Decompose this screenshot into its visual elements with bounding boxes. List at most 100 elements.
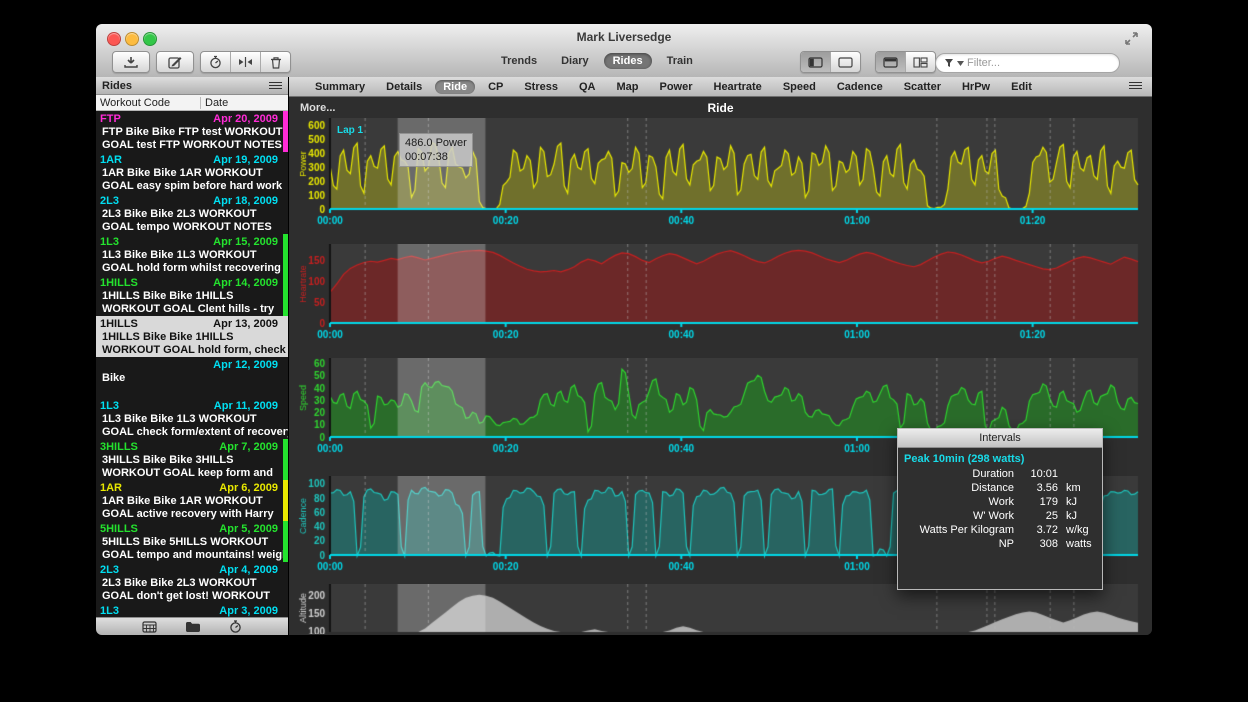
sidebar-header-label: Rides [102, 80, 132, 92]
ride-code: 1L3 [100, 400, 119, 413]
ride-item[interactable]: 1HILLSApr 14, 20091HILLS Bike Bike 1HILL… [96, 275, 288, 316]
ride-item[interactable]: Apr 12, 2009Bike [96, 357, 288, 398]
subtab-stress[interactable]: Stress [516, 80, 566, 94]
calendar-icon[interactable] [142, 621, 157, 633]
tabbed-view-button[interactable] [876, 52, 905, 72]
ride-color-strip [283, 234, 288, 275]
ride-description: 2L3 Bike Bike 2L3 WORKOUT [96, 577, 288, 590]
ride-description: WORKOUT GOAL Clent hills - try [96, 303, 288, 316]
ride-item[interactable]: 5HILLSApr 5, 20095HILLS Bike 5HILLS WORK… [96, 521, 288, 562]
ride-code: 2L3 [100, 195, 119, 208]
column-date[interactable]: Date [200, 97, 288, 109]
interval-stat-lab: NP [898, 538, 1020, 550]
ride-item[interactable]: 2L3Apr 18, 20092L3 Bike Bike 2L3 WORKOUT… [96, 193, 288, 234]
ride-color-strip [283, 275, 288, 316]
ride-description: 2L3 Bike Bike 2L3 WORKOUT [96, 208, 288, 221]
subtab-edit[interactable]: Edit [1003, 80, 1040, 94]
sidebar-menu-button[interactable] [269, 80, 282, 91]
interval-stat-unit: w/kg [1058, 524, 1096, 536]
subtab-scatter[interactable]: Scatter [896, 80, 949, 94]
ride-description: FTP Bike Bike FTP test WORKOUT [96, 126, 288, 139]
ride-item[interactable]: 2L3Apr 4, 20092L3 Bike Bike 2L3 WORKOUTG… [96, 562, 288, 603]
ride-item[interactable]: 1HILLSApr 13, 20091HILLS Bike Bike 1HILL… [96, 316, 288, 357]
filter-input[interactable]: Filter... [935, 53, 1120, 73]
interval-stat-val: 25 [1020, 510, 1058, 522]
heartrate-chart[interactable] [296, 244, 1144, 350]
fullscreen-icon[interactable] [1125, 32, 1138, 50]
subtab-ride[interactable]: Ride [435, 80, 475, 94]
delete-ride-button[interactable] [260, 52, 290, 72]
ride-item[interactable]: 1L3Apr 15, 20091L3 Bike Bike 1L3 WORKOUT… [96, 234, 288, 275]
interval-stat-lab: Work [898, 496, 1020, 508]
subtab-power[interactable]: Power [651, 80, 700, 94]
ride-code: 1AR [100, 154, 122, 167]
ride-description: GOAL hold form whilst recovering [96, 262, 288, 275]
ride-code: 1AR [100, 482, 122, 495]
desktop: { "window": { "title": "Mark Liversedge"… [0, 0, 1248, 702]
toggle-sidebar-button[interactable] [801, 52, 830, 72]
subtab-map[interactable]: Map [608, 80, 646, 94]
window-chrome: Mark Liversedge TrendsDia [96, 24, 1152, 78]
list-column-headers[interactable]: Workout Code Date [96, 95, 288, 111]
ride-date: Apr 19, 2009 [213, 154, 278, 167]
ride-description: 1HILLS Bike Bike 1HILLS [96, 290, 288, 303]
tab-trends[interactable]: Trends [492, 53, 546, 69]
app-window: Mark Liversedge TrendsDia [96, 24, 1152, 635]
ride-item[interactable]: 3HILLSApr 7, 20093HILLS Bike Bike 3HILLS… [96, 439, 288, 480]
subtab-heartrate[interactable]: Heartrate [706, 80, 770, 94]
ride-description: 5HILLS Bike 5HILLS WORKOUT [96, 536, 288, 549]
ride-item[interactable]: 1L3Apr 3, 2009 [96, 603, 288, 618]
ride-list: FTPApr 20, 2009FTP Bike Bike FTP test WO… [96, 111, 288, 618]
download-button[interactable] [112, 51, 150, 73]
interval-stat-unit: watts [1058, 538, 1096, 550]
ride-description: 1L3 Bike Bike 1L3 WORKOUT [96, 413, 288, 426]
ride-date: Apr 5, 2009 [219, 523, 278, 536]
ride-item[interactable]: FTPApr 20, 2009FTP Bike Bike FTP test WO… [96, 111, 288, 152]
interval-button[interactable] [201, 52, 230, 72]
ride-item[interactable]: 1ARApr 19, 20091AR Bike Bike 1AR WORKOUT… [96, 152, 288, 193]
ride-date: Apr 4, 2009 [219, 564, 278, 577]
stopwatch2-icon[interactable] [229, 620, 242, 633]
chart-tooltip: 486.0 Power 00:07:38 [399, 133, 473, 167]
page-title: Ride [289, 101, 1152, 115]
analysis-subtabs: Summary Details Ride CP Stress QA Map Power Hear… [289, 77, 1152, 97]
ride-description: 3HILLS Bike Bike 3HILLS [96, 454, 288, 467]
split-icon [238, 56, 253, 68]
altitude-chart[interactable] [296, 584, 1144, 634]
interval-stats: Duration10:01Distance3.56kmWork179kJW' W… [898, 468, 1102, 550]
sidebar-pane-icon [808, 57, 823, 68]
interval-stat-val: 308 [1020, 538, 1058, 550]
tab-diary[interactable]: Diary [552, 53, 598, 69]
subtab-qa[interactable]: QA [571, 80, 604, 94]
single-view-icon [883, 57, 898, 68]
intervals-popup[interactable]: Intervals Peak 10min (298 watts) Duratio… [897, 428, 1103, 590]
ride-item[interactable]: 1L3Apr 11, 20091L3 Bike Bike 1L3 WORKOUT… [96, 398, 288, 439]
tab-rides[interactable]: Rides [604, 53, 652, 69]
tiled-view-button[interactable] [905, 52, 935, 72]
ride-item[interactable]: 1ARApr 6, 20091AR Bike Bike 1AR WORKOUTG… [96, 480, 288, 521]
folder-icon[interactable] [185, 621, 201, 632]
subtab-speed[interactable]: Speed [775, 80, 824, 94]
toggle-bottombar-button[interactable] [830, 52, 860, 72]
subtab-menu-button[interactable] [1129, 80, 1142, 91]
ride-description: GOAL test FTP WORKOUT NOTES [96, 139, 288, 152]
toolbar: TrendsDiaryRidesTrain F [96, 51, 1152, 75]
subtab-cp[interactable]: CP [480, 80, 511, 94]
tab-train[interactable]: Train [658, 53, 702, 69]
subtab-cadence[interactable]: Cadence [829, 80, 891, 94]
edit-ride-button[interactable] [156, 51, 194, 73]
column-workout-code[interactable]: Workout Code [96, 97, 200, 109]
ride-description: 1AR Bike Bike 1AR WORKOUT [96, 495, 288, 508]
subtab-summary[interactable]: Summary [307, 80, 373, 94]
subtab-hrpw[interactable]: HrPw [954, 80, 998, 94]
interval-stat-lab: Duration [898, 468, 1020, 480]
ride-color-strip [283, 439, 288, 480]
subtab-details[interactable]: Details [378, 80, 430, 94]
interval-stat-val: 179 [1020, 496, 1058, 508]
stopwatch-icon [209, 55, 222, 69]
ride-description [96, 385, 288, 398]
split-ride-button[interactable] [230, 52, 260, 72]
rides-sidebar: Rides Workout Code Date FTPApr 20, 2009F… [96, 77, 289, 635]
intervals-popup-title[interactable]: Intervals [898, 429, 1102, 448]
ride-date: Apr 20, 2009 [213, 113, 278, 126]
